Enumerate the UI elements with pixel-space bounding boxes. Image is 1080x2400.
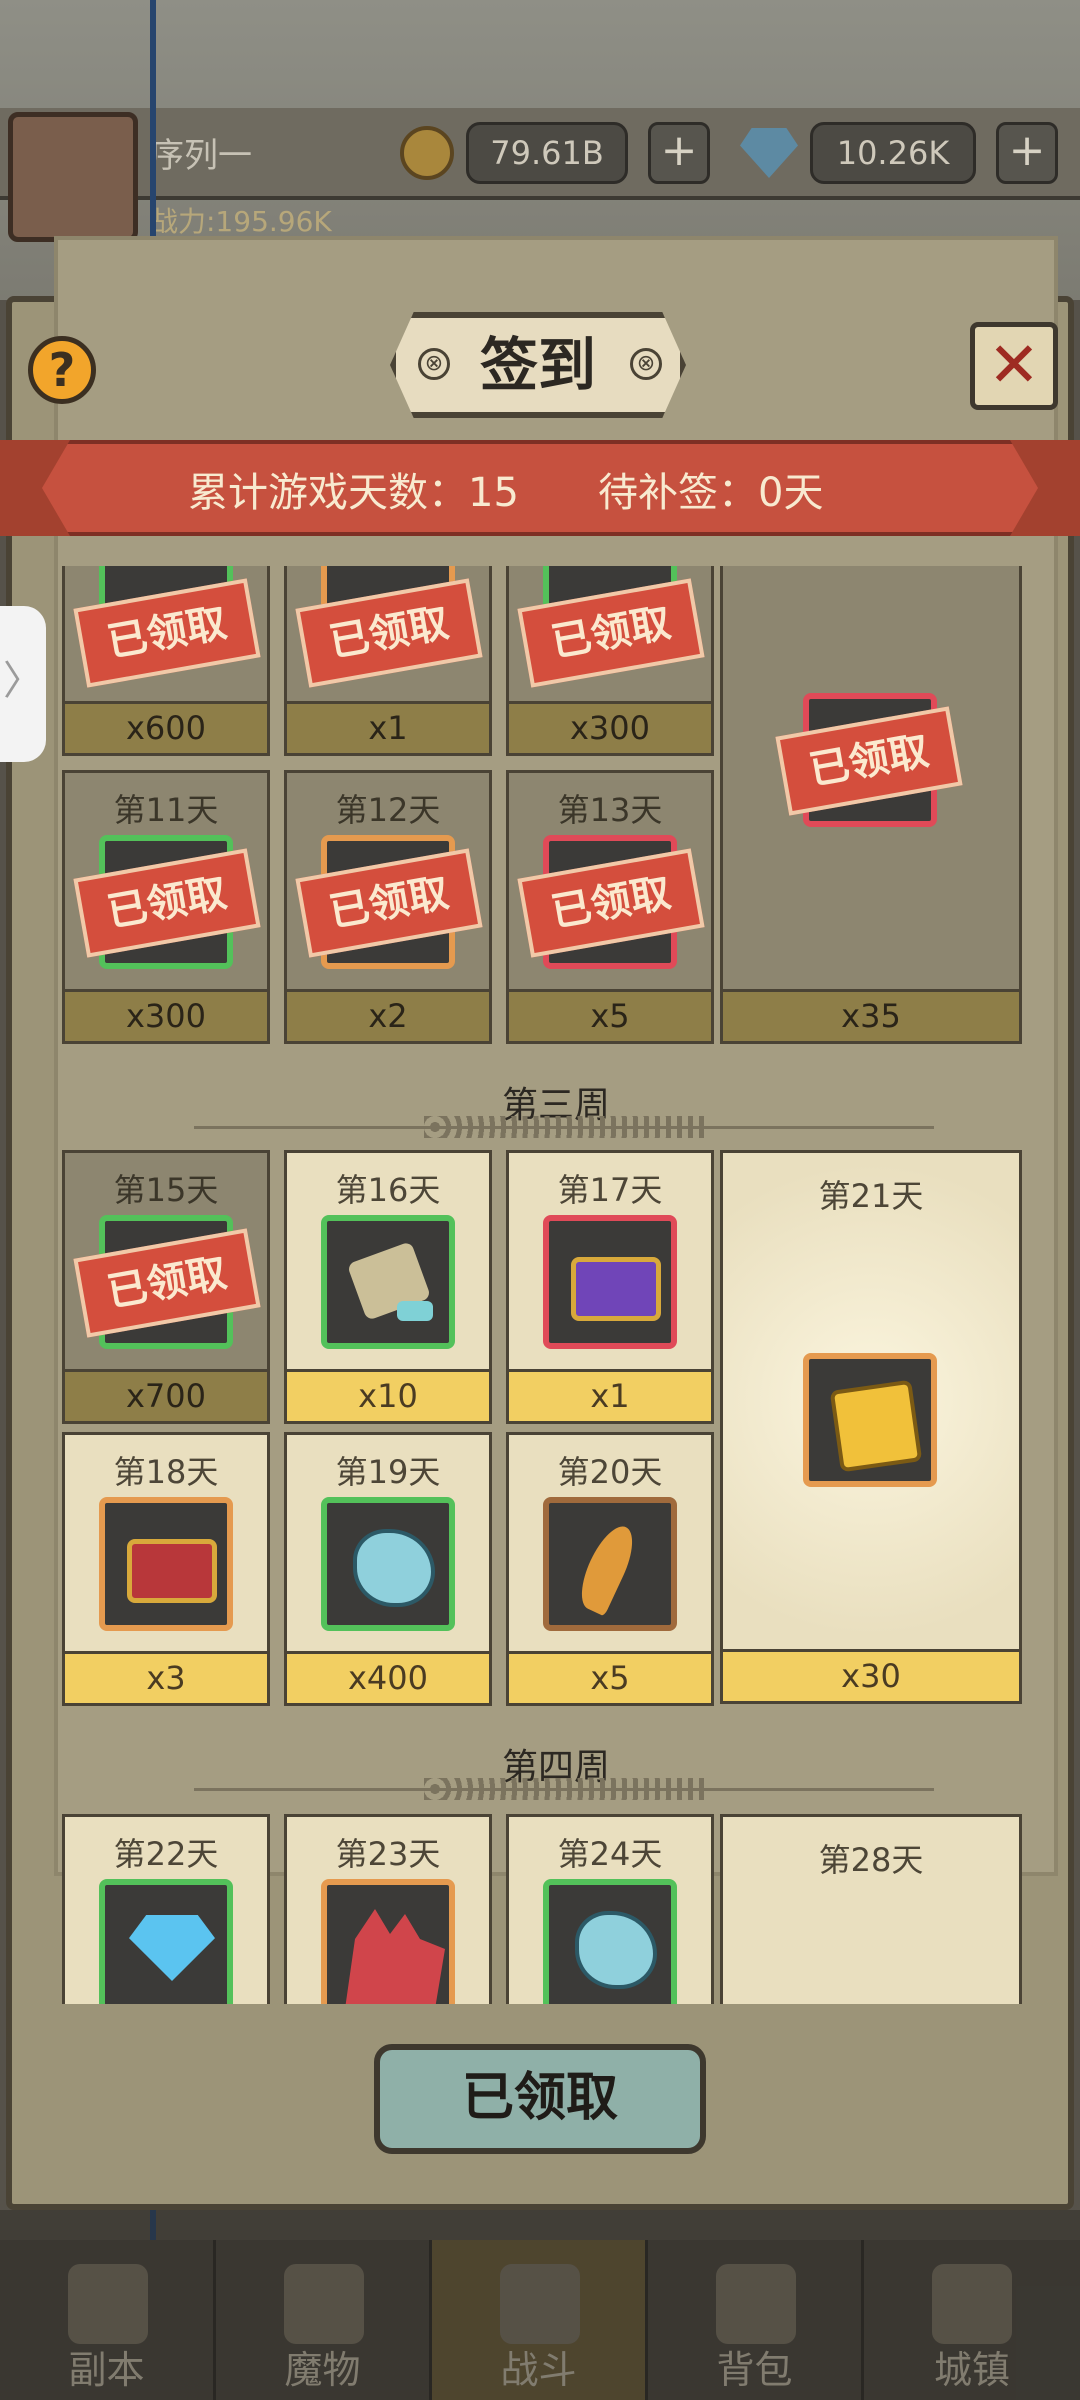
reward-item-icon bbox=[543, 1215, 677, 1349]
reward-item-icon bbox=[99, 1497, 233, 1631]
blue-ore-icon bbox=[353, 1529, 435, 1607]
reward-grid[interactable]: 已领取 x600 已领取 x1 已领取 x300 已领取 x35 第11天 已领… bbox=[54, 566, 1058, 2004]
week-divider-ornament bbox=[424, 1116, 704, 1138]
reward-cell[interactable]: 第15天 已领取 x700 bbox=[62, 1150, 270, 1424]
reward-quantity: x5 bbox=[509, 989, 711, 1041]
reward-item-icon bbox=[803, 1353, 937, 1487]
reward-day: 第17天 bbox=[557, 1171, 663, 1209]
gold-amount: 79.61B bbox=[466, 122, 628, 184]
total-days-label: 累计游戏天数：15 bbox=[188, 470, 519, 516]
stats-banner bbox=[0, 440, 1080, 536]
reward-item-icon bbox=[321, 1497, 455, 1631]
purple-chest-icon bbox=[571, 1257, 661, 1321]
reward-item-icon bbox=[543, 1497, 677, 1631]
reward-quantity: x2 bbox=[287, 989, 489, 1041]
claim-button[interactable]: 已领取 bbox=[374, 2044, 706, 2154]
reward-quantity: x30 bbox=[723, 1649, 1019, 1701]
reward-quantity: x400 bbox=[287, 1651, 489, 1703]
reward-day: 第21天 bbox=[818, 1177, 924, 1215]
reward-cell[interactable]: 第17天 x1 bbox=[506, 1150, 714, 1424]
reward-item-icon bbox=[321, 1215, 455, 1349]
reward-cell[interactable]: 第19天 x400 bbox=[284, 1432, 492, 1706]
reward-day: 第23天 bbox=[335, 1835, 441, 1873]
reward-quantity: x10 bbox=[287, 1369, 489, 1421]
reward-day: 第20天 bbox=[557, 1453, 663, 1491]
gold-coin-icon bbox=[400, 126, 454, 180]
reward-day: 第19天 bbox=[335, 1453, 441, 1491]
scroll-ribbon bbox=[397, 1301, 433, 1321]
reward-day: 第13天 bbox=[557, 791, 663, 829]
reward-cell[interactable]: 第12天 已领取 x2 bbox=[284, 770, 492, 1044]
reward-cell[interactable]: 已领取 x600 bbox=[62, 566, 270, 756]
add-gold-button[interactable]: + bbox=[648, 122, 710, 184]
reward-quantity: x1 bbox=[509, 1369, 711, 1421]
reward-cell[interactable]: 第11天 已领取 x300 bbox=[62, 770, 270, 1044]
reward-day: 第22天 bbox=[113, 1835, 219, 1873]
reward-cell[interactable]: 第23天 bbox=[284, 1814, 492, 2004]
reward-day: 第15天 bbox=[113, 1171, 219, 1209]
modal-backdrop bbox=[0, 2210, 1080, 2400]
reward-quantity: x300 bbox=[65, 989, 267, 1041]
reward-quantity: x700 bbox=[65, 1369, 267, 1421]
week-divider-ornament bbox=[424, 1778, 704, 1800]
reward-cell[interactable]: 第16天 x10 bbox=[284, 1150, 492, 1424]
reward-day: 第18天 bbox=[113, 1453, 219, 1491]
title-ornament-icon: ⊗ bbox=[418, 348, 450, 380]
reward-cell[interactable]: 第20天 x5 bbox=[506, 1432, 714, 1706]
player-power: 战力:195.96K bbox=[150, 205, 332, 238]
player-name: 序列一 bbox=[150, 136, 252, 176]
help-button[interactable]: ? bbox=[28, 336, 96, 404]
reward-cell-big[interactable]: 第28天 bbox=[720, 1814, 1022, 2004]
reward-day: 第11天 bbox=[113, 791, 219, 829]
makeup-days-label: 待补签：0天 bbox=[598, 470, 824, 516]
close-button[interactable]: ✕ bbox=[970, 322, 1058, 410]
reward-item-icon bbox=[99, 1879, 233, 2004]
add-diamond-button[interactable]: + bbox=[996, 122, 1058, 184]
reward-cell[interactable]: 已领取 x300 bbox=[506, 566, 714, 756]
reward-cell-big[interactable]: 第21天 x30 bbox=[720, 1150, 1022, 1704]
diamond-amount: 10.26K bbox=[810, 122, 976, 184]
reward-day: 第24天 bbox=[557, 1835, 663, 1873]
reward-item-icon bbox=[321, 1879, 455, 2004]
reward-cell[interactable]: 第18天 x3 bbox=[62, 1432, 270, 1706]
reward-cell[interactable]: 第24天 bbox=[506, 1814, 714, 2004]
reward-day: 第28天 bbox=[818, 1841, 924, 1879]
reward-quantity: x1 bbox=[287, 701, 489, 753]
reward-cell[interactable]: 第22天 bbox=[62, 1814, 270, 2004]
reward-day: 第12天 bbox=[335, 791, 441, 829]
feather-icon bbox=[571, 1519, 643, 1617]
reward-cell[interactable]: 第13天 已领取 x5 bbox=[506, 770, 714, 1044]
reward-quantity: x600 bbox=[65, 701, 267, 753]
reward-quantity: x300 bbox=[509, 701, 711, 753]
reward-cell-big[interactable]: 已领取 x35 bbox=[720, 566, 1022, 1044]
reward-quantity: x3 bbox=[65, 1651, 267, 1703]
reward-quantity: x5 bbox=[509, 1651, 711, 1703]
reward-quantity: x35 bbox=[723, 989, 1019, 1041]
monster-icon bbox=[345, 1909, 445, 2004]
title-ornament-icon: ⊗ bbox=[630, 348, 662, 380]
reward-item-icon bbox=[543, 1879, 677, 2004]
puzzle-piece-icon bbox=[829, 1379, 923, 1473]
reward-day: 第16天 bbox=[335, 1171, 441, 1209]
player-avatar[interactable] bbox=[8, 112, 138, 242]
side-expand-tab[interactable]: 〉 bbox=[0, 606, 46, 762]
diamond-icon bbox=[129, 1915, 215, 1981]
blue-ore-icon bbox=[575, 1911, 657, 1989]
reward-cell[interactable]: 已领取 x1 bbox=[284, 566, 492, 756]
red-chest-icon bbox=[127, 1539, 217, 1603]
